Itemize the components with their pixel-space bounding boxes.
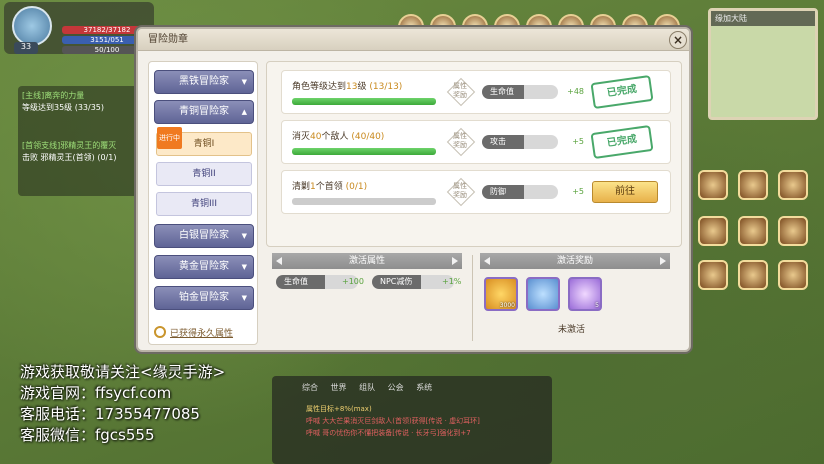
task-attr-value: +5 xyxy=(572,137,584,146)
chat-line: 呼喊 大大芒果消灭巨剑敌人(首领)获得[传说 · 虚幻耳环] xyxy=(306,417,480,425)
player-level: 33 xyxy=(14,42,38,54)
category-gold[interactable]: 黄金冒险家 ▼ xyxy=(154,255,254,279)
watermark-line: 客服微信：fgcs555 xyxy=(20,426,155,444)
task-attr-value: +48 xyxy=(567,87,584,96)
magnifier-item-icon[interactable] xyxy=(526,277,560,311)
chevron-down-icon: ▼ xyxy=(241,294,247,302)
task-desc: 清剿1个首领 (0/1) xyxy=(292,182,368,192)
in-progress-tag: 进行中 xyxy=(157,127,182,149)
close-button[interactable]: × xyxy=(669,31,687,49)
task-progress-bar xyxy=(292,198,436,205)
quest-line: 等级达到35级 (33/35) xyxy=(22,103,105,112)
activate-attr-value: +100 xyxy=(342,277,364,286)
reward-diamond-icon: 属性奖励 xyxy=(446,77,474,105)
quest-tracker[interactable]: [主线]离奔的力量 等级达到35级 (33/35) [首领支线]邪精灵王的覆灭 … xyxy=(18,86,138,196)
aircraft-icon[interactable] xyxy=(738,216,768,246)
chevron-down-icon: ▼ xyxy=(241,232,247,240)
chat-tab[interactable]: 综合 xyxy=(302,383,318,392)
chevron-up-icon: ▲ xyxy=(241,108,247,116)
task-row: 清剿1个首领 (0/1) 属性奖励 防御 +5 前往 xyxy=(281,170,671,214)
task-desc: 消灭40个敌人 (40/40) xyxy=(292,132,385,142)
task-progress-bar xyxy=(292,98,436,105)
go-button[interactable]: 前往 xyxy=(592,181,658,203)
task-desc: 角色等级达到13级 (13/13) xyxy=(292,82,403,92)
reward-diamond-icon: 属性奖励 xyxy=(446,127,474,155)
dialog-title: 冒险勋章 xyxy=(138,29,689,51)
chat-panel[interactable]: 综合 世界 组队 公会 系统 属性目标+8%(max) 呼喊 大大芒果消灭巨剑敌… xyxy=(272,376,552,464)
title-icon[interactable] xyxy=(698,170,728,200)
permanent-attributes-link[interactable]: 已获得永久属性 xyxy=(154,324,233,339)
sub-bronze-3[interactable]: 青铜III xyxy=(156,192,252,216)
minimap[interactable]: 缘加大陆 xyxy=(708,8,818,120)
settings-icon[interactable] xyxy=(778,170,808,200)
magnifier-icon xyxy=(154,326,166,338)
player-status-panel[interactable]: 33 37182/37182 3151/051 50/100 xyxy=(4,2,154,54)
watermark-line: 游戏获取敬请关注<缘灵手游> xyxy=(20,363,226,381)
watermark-text: 游戏获取敬请关注<缘灵手游> 游戏官网：ffsycf.com 客服电话：1735… xyxy=(20,362,225,446)
chat-tab[interactable]: 系统 xyxy=(416,383,432,392)
chat-tab[interactable]: 世界 xyxy=(331,383,347,392)
achievement-icon[interactable] xyxy=(778,216,808,246)
watermark-line: 客服电话：17355477085 xyxy=(20,405,200,423)
quest-line: 击败 邪精灵王(首领) (0/1) xyxy=(22,153,117,162)
chat-tab-row[interactable]: 综合 世界 组队 公会 系统 xyxy=(272,376,552,393)
gold-coin-icon[interactable]: 3000 xyxy=(484,277,518,311)
sub-bronze-2[interactable]: 青铜II xyxy=(156,162,252,186)
chat-tab[interactable]: 组队 xyxy=(359,383,375,392)
skill-icon[interactable] xyxy=(738,170,768,200)
quest-line: [主线]离奔的力量 xyxy=(22,91,85,100)
task-attr-label: 攻击 xyxy=(482,135,558,149)
task-row: 角色等级达到13级 (13/13) 属性奖励 生命值 +48 已完成 xyxy=(281,70,671,114)
category-platinum[interactable]: 铂金冒险家 ▼ xyxy=(154,286,254,310)
activate-attr-value: +1% xyxy=(442,277,462,286)
right-menu-grid xyxy=(698,140,818,320)
watermark-line: 游戏官网：ffsycf.com xyxy=(20,384,172,402)
activate-reward-header: 激活奖励 xyxy=(480,253,670,269)
quest-line: [首领支线]邪精灵王的覆灭 xyxy=(22,141,117,150)
task-attr-label: 生命值 xyxy=(482,85,558,99)
divider xyxy=(472,255,473,341)
task-attr-label: 防御 xyxy=(482,185,558,199)
player-avatar[interactable] xyxy=(12,6,52,46)
minimap-location: 缘加大陆 xyxy=(711,11,815,26)
reward-status: 未激活 xyxy=(558,325,586,335)
chat-tab[interactable]: 公会 xyxy=(388,383,404,392)
reward-diamond-icon: 属性奖励 xyxy=(446,177,474,205)
task-progress-bar xyxy=(292,148,436,155)
task-attr-value: +5 xyxy=(572,187,584,196)
category-bronze[interactable]: 青铜冒险家 ▲ xyxy=(154,100,254,124)
category-black-iron[interactable]: 黑铁冒险家 ▼ xyxy=(154,70,254,94)
crystal-item-icon[interactable]: 5 xyxy=(568,277,602,311)
activate-attr-header: 激活属性 xyxy=(272,253,462,269)
completed-stamp: 已完成 xyxy=(590,124,654,160)
category-sidebar: 黑铁冒险家 ▼ 青铜冒险家 ▲ 进行中 青铜I 青铜II 青铜III 白银冒险家 ▼ … xyxy=(148,61,258,345)
preview-icon[interactable] xyxy=(698,216,728,246)
task-row: 消灭40个敌人 (40/40) 属性奖励 攻击 +5 已完成 xyxy=(281,120,671,164)
category-silver[interactable]: 白银冒险家 ▼ xyxy=(154,224,254,248)
chat-line: 属性目标+8%(max) xyxy=(306,405,372,413)
adventure-medal-dialog: 冒险勋章 × 黑铁冒险家 ▼ 青铜冒险家 ▲ 进行中 青铜I 青铜II 青铜III … xyxy=(136,27,691,352)
card-icon[interactable] xyxy=(778,260,808,290)
chevron-down-icon: ▼ xyxy=(241,263,247,271)
chat-line: 呼喊 哥の忧伤你不懂把装备[传说 · 长牙弓]强化到+7 xyxy=(306,429,471,437)
chevron-down-icon: ▼ xyxy=(241,78,247,86)
completed-stamp: 已完成 xyxy=(590,74,654,110)
equip-store-icon[interactable] xyxy=(738,260,768,290)
sub-bronze-1[interactable]: 进行中 青铜I xyxy=(156,127,252,156)
task-list: 角色等级达到13级 (13/13) 属性奖励 生命值 +48 已完成 消灭40个… xyxy=(266,61,682,247)
rank-icon[interactable] xyxy=(698,260,728,290)
